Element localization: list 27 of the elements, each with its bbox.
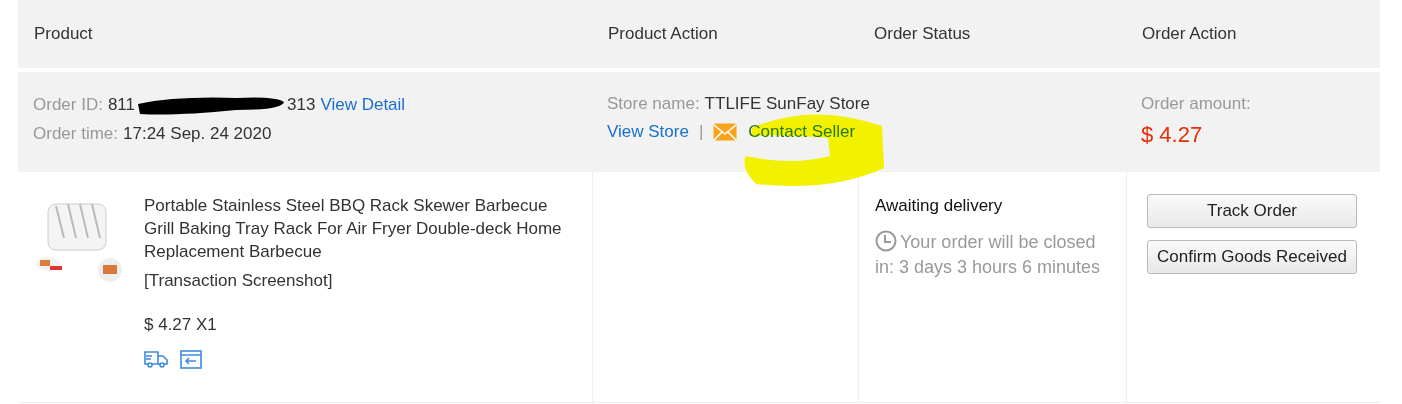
order-id-start: 811	[107, 95, 135, 115]
product-price: $ 4.27 X1	[144, 315, 218, 335]
clock-icon	[875, 230, 897, 252]
order-status: Awaiting delivery	[875, 196, 1004, 216]
order-amount: $ 4.27	[1141, 122, 1204, 148]
delivery-truck-icon[interactable]	[144, 349, 168, 369]
column-header: Product Action	[607, 24, 719, 44]
order-amount-label: Order amount:	[1141, 94, 1252, 114]
order-action-button[interactable]: Confirm Goods Received	[1147, 240, 1357, 274]
envelope-icon	[713, 123, 738, 141]
store-name: TTLIFE SunFay Store	[704, 94, 870, 114]
column-header: Product	[33, 24, 94, 44]
transaction-screenshot-link[interactable]: [Transaction Screenshot]	[144, 271, 564, 291]
product-title[interactable]: Portable Stainless Steel BBQ Rack Skewer Barbecue Grill Baking Tray Rack For Air Fryer Double-deck Home Replacement Barbecue	[144, 194, 564, 263]
order-time-label: Order time:	[33, 124, 119, 144]
view-store-link[interactable]: View Store	[607, 122, 689, 142]
order-id-label: Order ID:	[33, 95, 103, 115]
separator: |	[698, 122, 704, 142]
countdown-text: Your order will be closed in: 3 days 3 hours 6 minutes	[875, 230, 1102, 279]
column-header: Order Action	[1141, 24, 1238, 44]
return-box-icon[interactable]	[180, 349, 202, 369]
order-id-end: 313	[287, 95, 316, 115]
order-time: 17:24 Sep. 24 2020	[123, 124, 272, 144]
order-action-button[interactable]: Track Order	[1147, 194, 1357, 228]
column-header: Order Status	[873, 24, 972, 44]
store-name-label: Store name:	[607, 94, 700, 114]
view-detail-link[interactable]: View Detail	[320, 95, 406, 115]
